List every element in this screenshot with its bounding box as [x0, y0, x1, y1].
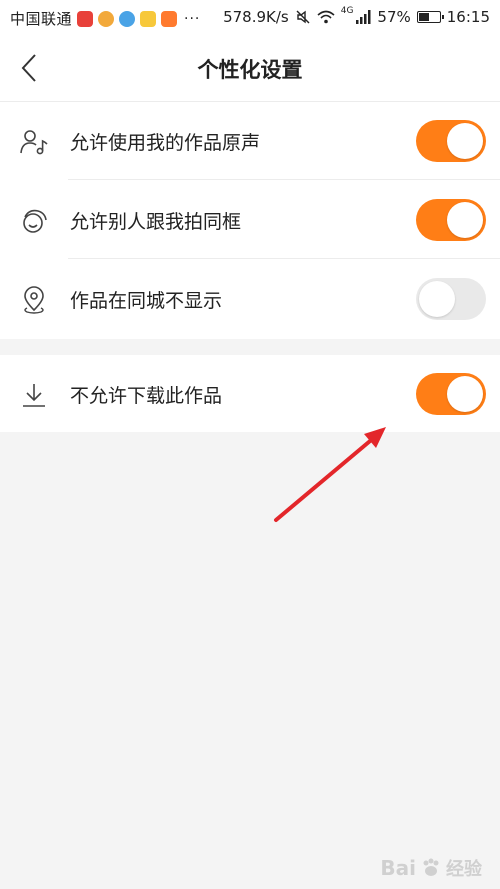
notification-app-icon — [140, 10, 157, 27]
hide-local-toggle[interactable] — [416, 278, 486, 320]
notification-app-icon — [98, 10, 115, 27]
notification-app-icon — [161, 10, 178, 27]
row-divider — [68, 258, 500, 259]
status-bar: 中国联通 ··· 578.9K/s 4G 57% 16:15 — [0, 0, 500, 34]
row-divider — [68, 179, 500, 180]
setting-row-no-download: 不允许下载此作品 — [0, 355, 500, 433]
screen: 中国联通 ··· 578.9K/s 4G 57% 16:15 个性化设置 允许使… — [0, 0, 500, 889]
toggle-knob — [447, 123, 483, 159]
watermark-brand: Bai — [380, 856, 416, 880]
setting-label: 允许使用我的作品原声 — [70, 132, 261, 154]
original-sound-toggle[interactable] — [416, 120, 486, 162]
notification-app-icon — [119, 10, 136, 27]
setting-label: 作品在同城不显示 — [70, 290, 223, 312]
toggle-knob — [447, 202, 483, 238]
battery-icon — [416, 11, 444, 23]
person-music-icon — [18, 126, 50, 158]
battery-percent: 57% — [377, 8, 411, 26]
toggle-knob — [447, 376, 483, 412]
more-notifications-icon: ··· — [184, 10, 201, 27]
duet-toggle[interactable] — [416, 199, 486, 241]
page-title: 个性化设置 — [197, 58, 303, 82]
status-right: 578.9K/s 4G 57% 16:15 — [223, 6, 490, 26]
network-speed: 578.9K/s — [223, 8, 289, 26]
carrier-name: 中国联通 — [10, 10, 73, 28]
wifi-icon — [317, 10, 335, 24]
notification-app-icon — [77, 10, 94, 27]
setting-label: 允许别人跟我拍同框 — [70, 211, 242, 233]
toggle-knob — [419, 281, 455, 317]
settings-group-download: 不允许下载此作品 — [0, 355, 500, 432]
setting-label: 不允许下载此作品 — [70, 385, 223, 407]
location-icon — [18, 284, 50, 316]
status-left: 中国联通 ··· — [10, 8, 200, 29]
paw-icon — [423, 858, 439, 876]
download-icon — [18, 379, 50, 411]
setting-row-hide-local: 作品在同城不显示 — [0, 260, 500, 338]
setting-row-duet: 允许别人跟我拍同框 — [0, 181, 500, 259]
setting-row-original-sound: 允许使用我的作品原声 — [0, 102, 500, 180]
watermark-suffix: 经验 — [446, 859, 482, 880]
clock: 16:15 — [446, 8, 490, 26]
mute-icon — [296, 10, 310, 24]
duet-icon — [18, 205, 50, 237]
settings-group-privacy: 允许使用我的作品原声 允许别人跟我拍同框 作品在同城不显示 — [0, 102, 500, 339]
no-download-toggle[interactable] — [416, 373, 486, 415]
network-type: 4G — [340, 6, 354, 16]
nav-bar: 个性化设置 — [0, 34, 500, 102]
watermark: Bai 经验 — [380, 855, 482, 881]
signal-icon — [356, 10, 371, 24]
